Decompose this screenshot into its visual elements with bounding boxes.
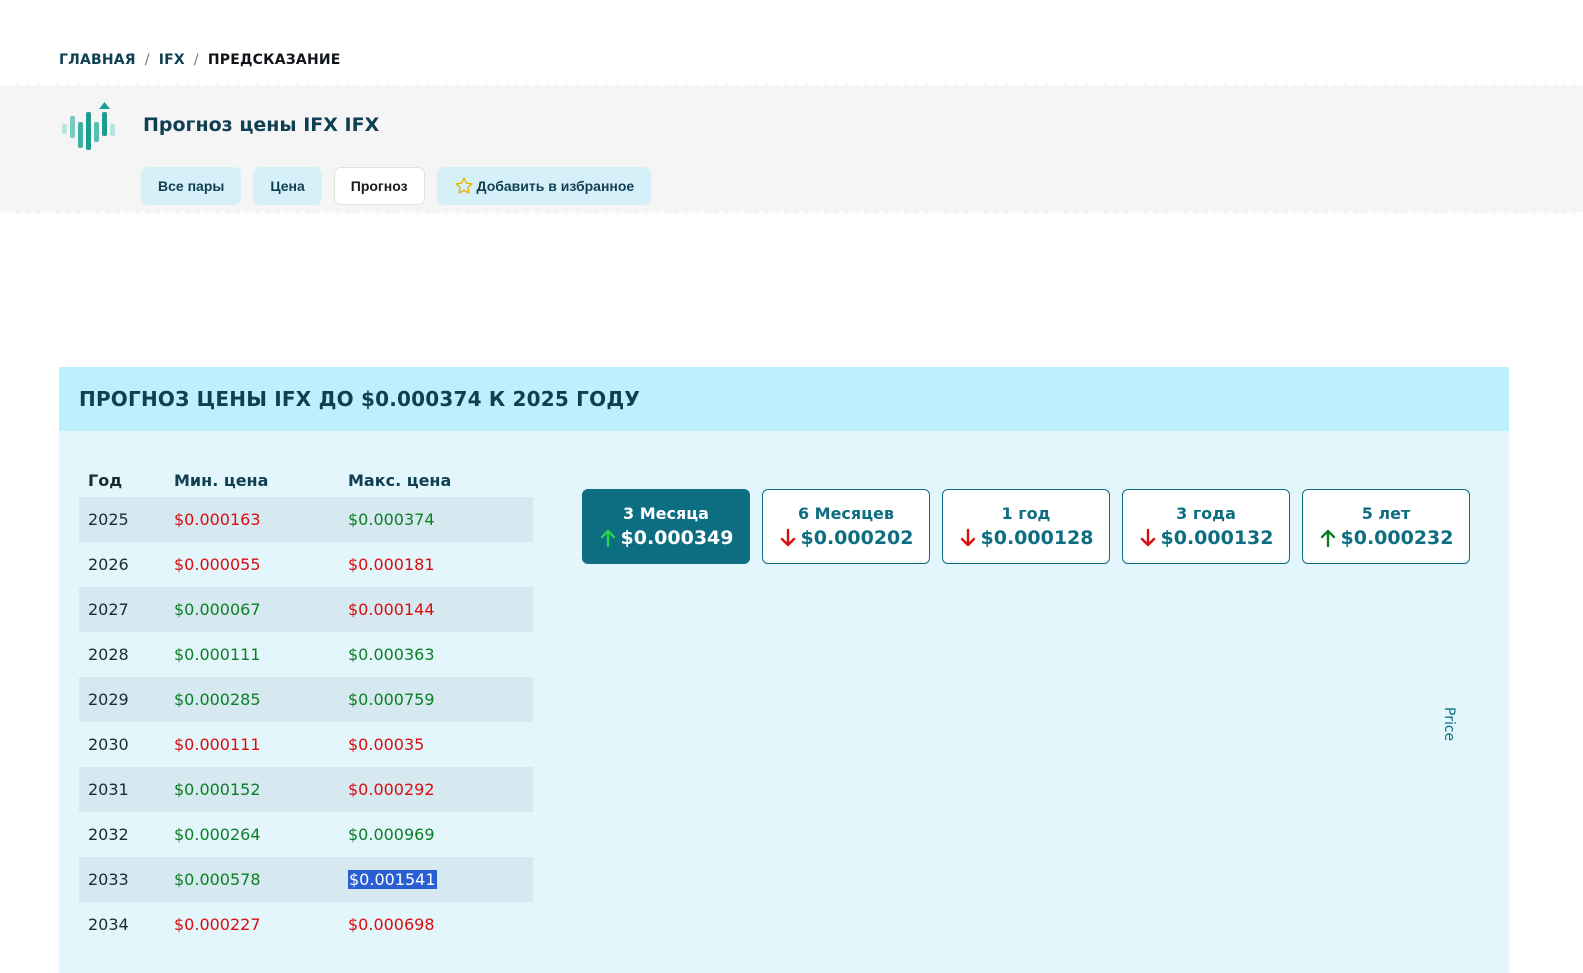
period-value-row: $0.000349 [599,527,734,549]
period-5-years[interactable]: 5 лет $0.000232 [1302,489,1470,564]
arrow-down-icon [780,528,795,547]
cell-min-price: $0.000152 [174,780,261,799]
cell-max-price: $0.000969 [348,825,435,844]
add-favorite-label: Добавить в избранное [476,178,635,194]
cell-max-price: $0.000374 [348,510,435,529]
cell-year: 2030 [88,735,129,754]
chart-axis-label: Price [1441,707,1457,742]
forecast-panel-header: ПРОГНОЗ ЦЕНЫ IFX ДО $0.000374 К 2025 ГОД… [59,367,1509,431]
cell-min-price: $0.000111 [174,645,261,664]
cell-max-price: $0.001541 [348,870,533,889]
column-header-year: Год [88,470,123,490]
add-favorite-button[interactable]: Добавить в избранное [436,167,652,205]
breadcrumb-home[interactable]: ГЛАВНАЯ [59,52,136,68]
arrow-down-icon [960,528,975,547]
period-label: 3 года [1176,504,1236,523]
cell-min-price: $0.000285 [174,690,261,709]
selected-text: $0.001541 [348,870,437,889]
period-value-row: $0.000232 [1319,527,1454,549]
period-selector: 3 Месяца $0.000349 6 Месяцев $0.000202 1… [582,489,1470,564]
cell-max-price: $0.000698 [348,915,435,934]
price-button[interactable]: Цена [253,167,322,205]
column-header-max: Макс. цена [348,470,452,490]
period-value-row: $0.000132 [1139,527,1274,549]
cell-year: 2028 [88,645,129,664]
cell-min-price: $0.000163 [174,510,261,529]
table-row: 2031 $0.000152 $0.000292 [79,767,533,812]
period-value: $0.000232 [1340,527,1454,549]
period-value: $0.000132 [1160,527,1274,549]
breadcrumb-current: ПРЕДСКАЗАНИЕ [207,52,341,68]
cell-max-price: $0.00035 [348,735,425,754]
table-row: 2027 $0.000067 $0.000144 [79,587,533,632]
period-label: 5 лет [1361,504,1411,523]
cell-year: 2033 [88,870,129,889]
breadcrumb-separator: / [144,52,150,68]
table-row: 2033 $0.000578 $0.001541 [79,857,533,902]
table-header: Год Мин. цена Макс. цена [79,463,533,497]
cell-min-price: $0.000227 [174,915,261,934]
forecast-table: Год Мин. цена Макс. цена 2025 $0.000163 … [79,463,533,947]
cell-max-price: $0.000181 [348,555,435,574]
cell-max-price: $0.000363 [348,645,435,664]
cell-min-price: $0.000578 [174,870,261,889]
period-1-year[interactable]: 1 год $0.000128 [942,489,1110,564]
chart-growth-icon [62,102,115,150]
arrow-down-icon [1140,528,1155,547]
forecast-title: ПРОГНОЗ ЦЕНЫ IFX ДО $0.000374 К 2025 ГОД… [79,387,640,411]
period-3-months[interactable]: 3 Месяца $0.000349 [582,489,750,564]
table-row: 2028 $0.000111 $0.000363 [79,632,533,677]
table-row: 2029 $0.000285 $0.000759 [79,677,533,722]
breadcrumb: ГЛАВНАЯ / IFX / ПРЕДСКАЗАНИЕ [59,50,341,70]
forecast-button[interactable]: Прогноз [333,167,425,205]
cell-min-price: $0.000264 [174,825,261,844]
cell-year: 2032 [88,825,129,844]
coin-nav: Все пары Цена Прогноз Добавить в избранн… [141,167,652,205]
cell-year: 2029 [88,690,129,709]
cell-year: 2025 [88,510,129,529]
period-value-row: $0.000128 [959,527,1094,549]
period-label: 1 год [1001,504,1051,523]
column-header-min: Мин. цена [174,470,269,490]
cell-max-price: $0.000292 [348,780,435,799]
table-row: 2034 $0.000227 $0.000698 [79,902,533,947]
table-row: 2026 $0.000055 $0.000181 [79,542,533,587]
cell-year: 2034 [88,915,129,934]
table-row: 2025 $0.000163 $0.000374 [79,497,533,542]
period-value: $0.000202 [800,527,914,549]
table-row: 2030 $0.000111 $0.00035 [79,722,533,767]
arrow-up-icon [1320,529,1335,548]
cell-min-price: $0.000067 [174,600,261,619]
breadcrumb-coin[interactable]: IFX [159,52,185,68]
cell-max-price: $0.000759 [348,690,435,709]
cell-max-price: $0.000144 [348,600,435,619]
period-value-row: $0.000202 [779,527,914,549]
period-value: $0.000349 [620,527,734,549]
period-label: 3 Месяца [623,504,709,523]
period-label: 6 Месяцев [797,504,895,523]
period-value: $0.000128 [980,527,1094,549]
star-icon [454,177,473,194]
cell-min-price: $0.000055 [174,555,261,574]
cell-min-price: $0.000111 [174,735,261,754]
cell-year: 2026 [88,555,129,574]
coin-header: Прогноз цены IFX IFX Все пары Цена Прогн… [0,84,1583,214]
cell-year: 2027 [88,600,129,619]
period-3-years[interactable]: 3 года $0.000132 [1122,489,1290,564]
all-pairs-button[interactable]: Все пары [141,167,242,205]
page-title: Прогноз цены IFX IFX [143,114,380,136]
arrow-up-icon [600,529,615,548]
forecast-panel: ПРОГНОЗ ЦЕНЫ IFX ДО $0.000374 К 2025 ГОД… [59,367,1509,973]
period-6-months[interactable]: 6 Месяцев $0.000202 [762,489,930,564]
cell-year: 2031 [88,780,129,799]
breadcrumb-separator: / [193,52,199,68]
table-row: 2032 $0.000264 $0.000969 [79,812,533,857]
